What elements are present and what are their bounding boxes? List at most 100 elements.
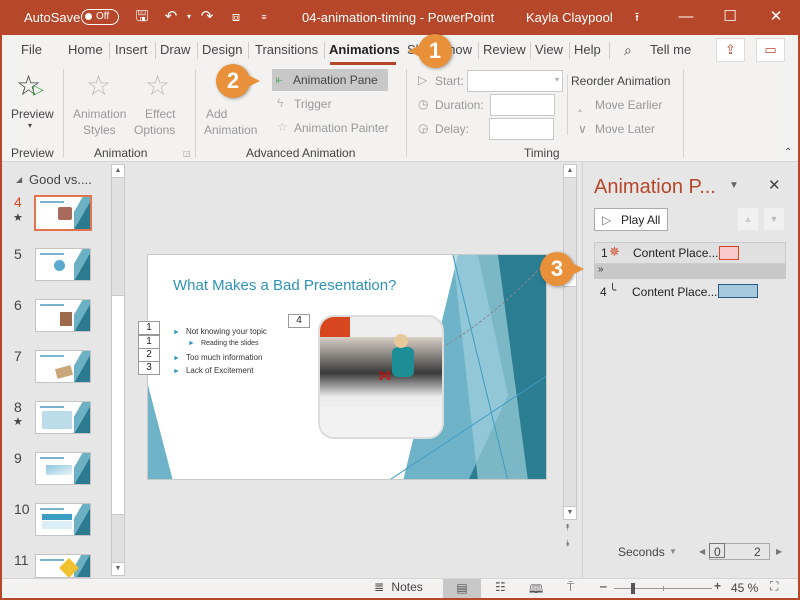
- slide-thumbnail-7[interactable]: [35, 350, 91, 383]
- comments-button[interactable]: ▭: [756, 38, 785, 62]
- redo-icon[interactable]: ↷: [198, 8, 216, 26]
- undo-dropdown-icon[interactable]: ▾: [180, 8, 198, 26]
- group-label-timing: Timing: [524, 146, 560, 160]
- slide-title[interactable]: What Makes a Bad Presentation?: [173, 277, 396, 294]
- bullet-item[interactable]: ► Not knowing your topic: [173, 327, 267, 336]
- bullet-item[interactable]: ► Reading the slides: [188, 340, 259, 347]
- fit-to-window-icon[interactable]: ⛶: [770, 579, 778, 594]
- tab-animations[interactable]: Animations: [329, 42, 400, 57]
- scroll-thumb[interactable]: [111, 295, 125, 515]
- collapse-ribbon-icon[interactable]: ⌃: [784, 147, 792, 158]
- effect-options-line2: Options: [134, 123, 176, 137]
- close-icon[interactable]: ✕: [767, 8, 785, 26]
- animation-tag[interactable]: 1: [138, 321, 160, 335]
- section-name[interactable]: Good vs....: [29, 172, 92, 187]
- tab-insert[interactable]: Insert: [115, 42, 148, 57]
- scroll-down-button[interactable]: ▼: [111, 562, 125, 576]
- tab-design[interactable]: Design: [202, 42, 242, 57]
- scroll-up-button[interactable]: ▲: [563, 164, 577, 178]
- current-slide[interactable]: What Makes a Bad Presentation? ► Not know…: [147, 254, 547, 480]
- share-button[interactable]: ⇪: [716, 38, 745, 62]
- dialog-launcher-icon[interactable]: ◲: [183, 149, 191, 158]
- undo-icon[interactable]: ↶: [162, 8, 180, 26]
- slide-scrollbar[interactable]: ▲ ▼: [563, 164, 577, 520]
- group-label-preview: Preview: [11, 146, 54, 160]
- animation-list-item[interactable]: 1 ✵ Content Place...: [594, 242, 786, 264]
- bullet-item[interactable]: ► Too much information: [173, 353, 262, 362]
- slide-thumbnail-8[interactable]: [35, 401, 91, 434]
- chevron-up-icon: ‸: [578, 98, 583, 112]
- animation-tag[interactable]: 1: [138, 335, 160, 349]
- thumbnail-scrollbar[interactable]: ▲ ▼: [111, 164, 125, 576]
- delay-input[interactable]: [489, 118, 554, 140]
- tab-review[interactable]: Review: [483, 42, 526, 57]
- ribbon-display-options-icon[interactable]: ⭱: [628, 8, 646, 26]
- slide-thumbnail-9[interactable]: [35, 452, 91, 485]
- group-label-advanced-animation: Advanced Animation: [246, 146, 356, 160]
- expand-contents-bar[interactable]: »: [594, 264, 786, 279]
- seconds-dropdown-icon[interactable]: ▼: [669, 547, 677, 556]
- slide-thumbnail-11[interactable]: [35, 554, 91, 578]
- duration-input[interactable]: [490, 94, 555, 116]
- slide-thumbnail-4[interactable]: [34, 195, 92, 231]
- slide-thumbnail-5[interactable]: [35, 248, 91, 281]
- tab-help[interactable]: Help: [574, 42, 601, 57]
- section-collapse-icon[interactable]: ◢: [16, 175, 22, 184]
- reading-view-icon[interactable]: 🕮: [529, 580, 543, 600]
- close-pane-icon[interactable]: ✕: [768, 176, 781, 194]
- tab-view[interactable]: View: [535, 42, 563, 57]
- timing-bar[interactable]: [719, 246, 739, 260]
- start-slideshow-icon[interactable]: ⧈: [227, 8, 245, 26]
- zoom-slider[interactable]: [614, 583, 712, 594]
- slide-thumbnail-6[interactable]: [35, 299, 91, 332]
- bullet-item[interactable]: ► Lack of Excitement: [173, 366, 254, 375]
- normal-view-button[interactable]: ▤: [443, 579, 481, 598]
- user-name[interactable]: Kayla Claypool: [526, 10, 613, 25]
- zoom-out-icon[interactable]: ‒: [600, 579, 607, 593]
- preview-label: Preview: [11, 107, 54, 121]
- scroll-down-button[interactable]: ▼: [563, 506, 577, 520]
- animation-pane-icon: ⫦: [276, 72, 283, 86]
- search-icon[interactable]: ⌕: [624, 42, 632, 59]
- zoom-in-icon[interactable]: +: [714, 579, 721, 593]
- tab-file[interactable]: File: [21, 42, 42, 57]
- tab-transitions[interactable]: Transitions: [255, 42, 318, 57]
- animation-tag[interactable]: 2: [138, 348, 160, 362]
- animation-target: Content Place...: [633, 246, 719, 260]
- animation-list-item[interactable]: 4 ╰ Content Place...: [594, 282, 786, 302]
- animation-tag[interactable]: 4: [288, 314, 310, 328]
- slide-picture[interactable]: ⨝: [318, 315, 444, 439]
- seconds-dropdown[interactable]: Seconds: [618, 545, 665, 559]
- previous-slide-icon[interactable]: ⯭: [565, 522, 570, 533]
- start-select[interactable]: ▾: [467, 70, 563, 92]
- animation-tag[interactable]: 3: [138, 361, 160, 375]
- delay-clock-icon: ◶: [418, 121, 429, 135]
- save-icon[interactable]: 🖫: [133, 8, 151, 26]
- tab-draw[interactable]: Draw: [160, 42, 190, 57]
- move-up-button[interactable]: ▲: [738, 208, 758, 230]
- timing-bar[interactable]: [718, 284, 758, 298]
- tab-home[interactable]: Home: [68, 42, 103, 57]
- animation-pane-button[interactable]: ⫦ Animation Pane: [272, 69, 388, 91]
- zoom-level[interactable]: 45 %: [731, 581, 758, 595]
- trigger-icon: ϟ: [277, 96, 284, 110]
- scroll-up-button[interactable]: ▲: [111, 164, 125, 178]
- slide-show-view-icon[interactable]: ⍑: [567, 580, 574, 595]
- minimize-icon[interactable]: —: [677, 8, 695, 26]
- autosave-toggle[interactable]: Off: [81, 9, 119, 25]
- play-all-button[interactable]: ▷ Play All: [594, 208, 668, 231]
- timeline-right-icon[interactable]: ▶: [776, 547, 782, 556]
- tell-me-search[interactable]: Tell me: [650, 42, 691, 57]
- customize-qat-icon[interactable]: ≡: [255, 8, 273, 26]
- notes-button[interactable]: ≣ Notes: [374, 580, 423, 594]
- slide-sorter-icon[interactable]: ☷: [495, 580, 506, 594]
- zoom-slider-thumb[interactable]: [631, 583, 636, 594]
- pane-options-dropdown-icon[interactable]: ▼: [729, 180, 739, 191]
- next-slide-icon[interactable]: ⯯: [565, 538, 570, 549]
- move-down-button[interactable]: ▼: [764, 208, 784, 230]
- slide-thumbnail-10[interactable]: [35, 503, 91, 536]
- maximize-icon[interactable]: ☐: [721, 8, 739, 26]
- timeline-start: 0: [714, 545, 721, 559]
- timeline-left-icon[interactable]: ◀: [699, 547, 705, 556]
- autosave-state: Off: [96, 11, 110, 22]
